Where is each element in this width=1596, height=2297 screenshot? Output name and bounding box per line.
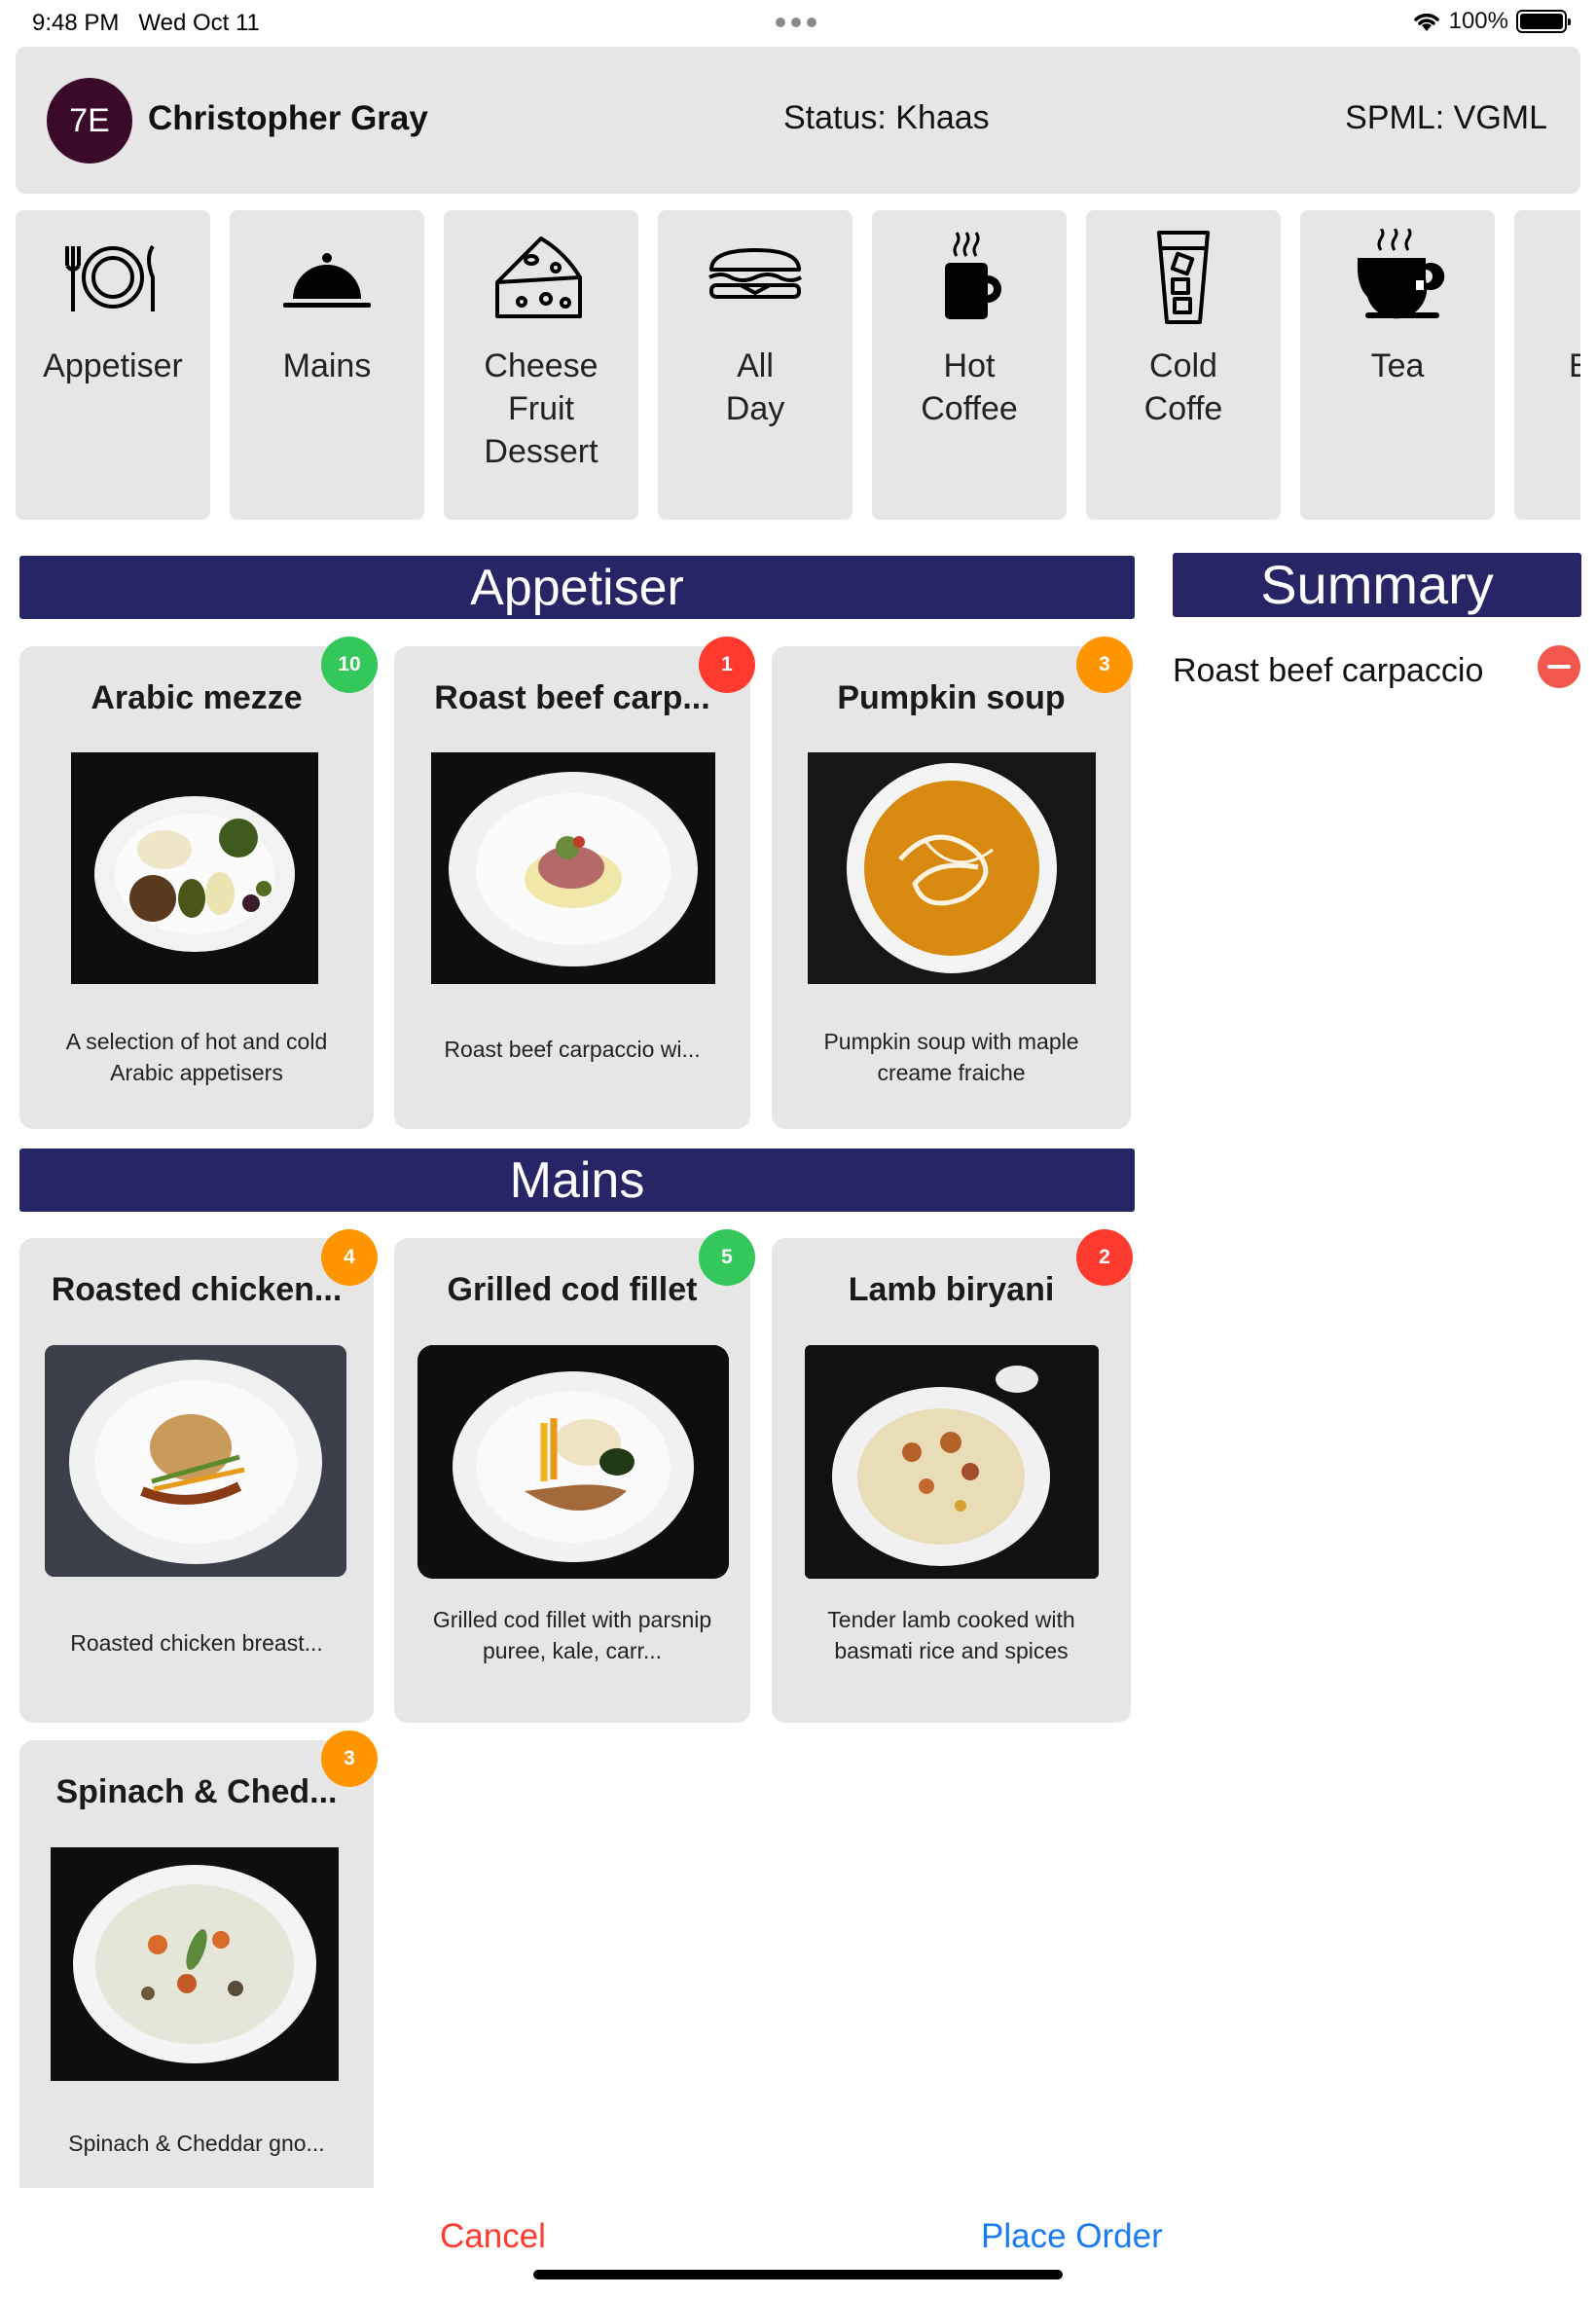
- category-appetiser[interactable]: Appetiser: [16, 210, 210, 520]
- time-text: 9:48 PM: [32, 10, 120, 36]
- order-count-badge: 5: [699, 1229, 755, 1286]
- card-title: Roast beef carp...: [434, 679, 710, 716]
- menu-card-spinach-cheddar[interactable]: Spinach & Ched... Spinach & Cheddar gno.…: [19, 1740, 374, 2188]
- hot-coffee-icon: [872, 224, 1067, 331]
- card-title: Pumpkin soup: [837, 679, 1066, 716]
- category-label: E: [1569, 347, 1580, 384]
- category-label: Appetiser: [43, 347, 183, 384]
- date-text: Wed Oct 11: [138, 10, 260, 36]
- category-all-day[interactable]: All Day: [658, 210, 852, 520]
- place-order-button[interactable]: Place Order: [981, 2217, 1163, 2256]
- category-tea[interactable]: Tea: [1300, 210, 1495, 520]
- card-title: Lamb biryani: [848, 1271, 1055, 1308]
- multitasking-dots-icon[interactable]: [776, 18, 816, 27]
- status-indicators: 100%: [1412, 8, 1571, 35]
- minus-icon: [1547, 665, 1571, 669]
- menu-card-pumpkin-soup[interactable]: Pumpkin soup Pumpkin soup with maple cre…: [772, 646, 1131, 1129]
- category-label: Mains: [282, 347, 372, 384]
- order-count-badge: 4: [321, 1229, 378, 1286]
- card-description: Grilled cod fillet with parsnip puree, k…: [432, 1607, 712, 1663]
- card-title: Arabic mezze: [91, 679, 303, 716]
- category-label: All Day: [725, 347, 785, 427]
- food-image: [431, 752, 715, 984]
- summary-item: Roast beef carpaccio: [1173, 652, 1484, 689]
- menu-card-roasted-chicken[interactable]: Roasted chicken... Roasted chicken breas…: [19, 1238, 374, 1723]
- card-description: Pumpkin soup with maple creame fraiche: [823, 1029, 1079, 1085]
- category-strip[interactable]: Appetiser Mains Cheese Fruit Dessert All…: [16, 210, 1580, 522]
- status-time: 9:48 PM Wed Oct 11: [32, 10, 260, 37]
- card-description: Spinach & Cheddar gno...: [68, 2131, 325, 2156]
- sandwich-icon: [658, 224, 852, 331]
- passenger-status: Status: Khaas: [783, 99, 990, 136]
- iced-coffee-icon: [1086, 224, 1281, 331]
- category-hot-coffee[interactable]: Hot Coffee: [872, 210, 1067, 520]
- passenger-header: 7E Christopher Gray Status: Khaas SPML: …: [16, 47, 1580, 194]
- cloche-icon: [230, 224, 424, 331]
- menu-card-lamb-biryani[interactable]: Lamb biryani Tender lamb cooked with bas…: [772, 1238, 1131, 1723]
- card-description: Roasted chicken breast...: [70, 1630, 323, 1656]
- section-mains-header: Mains: [19, 1148, 1135, 1212]
- card-title: Roasted chicken...: [51, 1271, 343, 1308]
- category-cheese-fruit-dessert[interactable]: Cheese Fruit Dessert: [444, 210, 638, 520]
- food-image: [808, 752, 1096, 984]
- battery-icon: [1516, 10, 1571, 33]
- battery-percent: 100%: [1448, 8, 1508, 34]
- card-description: Roast beef carpaccio wi...: [444, 1037, 701, 1062]
- category-label: Cold Coffe: [1143, 347, 1223, 427]
- section-summary-header: Summary: [1173, 553, 1581, 617]
- remove-item-button[interactable]: [1538, 645, 1580, 688]
- card-description: A selection of hot and cold Arabic appet…: [65, 1029, 328, 1085]
- passenger-name: Christopher Gray: [148, 99, 428, 137]
- category-label: Cheese Fruit Dessert: [484, 347, 598, 470]
- status-bar: 9:48 PM Wed Oct 11 100%: [0, 0, 1596, 45]
- food-image: [71, 752, 318, 984]
- card-title: Spinach & Ched...: [55, 1773, 338, 1810]
- tea-cup-icon: [1300, 224, 1495, 331]
- food-image: [51, 1847, 339, 2081]
- order-count-badge: 3: [321, 1731, 378, 1787]
- plate-cutlery-icon: [16, 224, 210, 331]
- passenger-spml: SPML: VGML: [1345, 99, 1547, 136]
- category-partial[interactable]: E: [1514, 210, 1580, 520]
- food-image: [805, 1345, 1099, 1579]
- menu-card-arabic-mezze[interactable]: Arabic mezze A selection of hot and cold…: [19, 646, 374, 1129]
- section-appetiser-header: Appetiser: [19, 556, 1135, 619]
- category-mains[interactable]: Mains: [230, 210, 424, 520]
- category-label: Tea: [1370, 347, 1425, 384]
- category-cold-coffee[interactable]: Cold Coffe: [1086, 210, 1281, 520]
- order-count-badge: 3: [1076, 637, 1133, 693]
- menu-card-grilled-cod[interactable]: Grilled cod fillet Grilled cod fillet wi…: [394, 1238, 750, 1723]
- card-title: Grilled cod fillet: [447, 1271, 698, 1308]
- wifi-icon: [1413, 13, 1439, 31]
- cancel-button[interactable]: Cancel: [440, 2217, 546, 2256]
- cheese-icon: [444, 224, 638, 331]
- order-count-badge: 10: [321, 637, 378, 693]
- food-image: [417, 1345, 729, 1579]
- order-count-badge: 2: [1076, 1229, 1133, 1286]
- order-count-badge: 1: [699, 637, 755, 693]
- card-description: Tender lamb cooked with basmati rice and…: [827, 1607, 1075, 1663]
- food-image: [45, 1345, 346, 1577]
- home-indicator[interactable]: [533, 2270, 1063, 2279]
- seat-avatar: 7E: [47, 78, 132, 164]
- menu-card-roast-beef-carpaccio[interactable]: Roast beef carp... Roast beef carpaccio …: [394, 646, 750, 1129]
- category-label: Hot Coffee: [921, 347, 1018, 427]
